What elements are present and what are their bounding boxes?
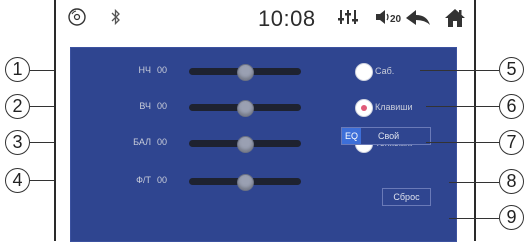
slider-row-bass: НЧ 00 [71, 61, 456, 81]
home-icon[interactable] [444, 8, 466, 28]
callout-5-leader [420, 70, 499, 71]
callout-3: 3 [5, 130, 30, 155]
back-arrow-icon[interactable] [405, 8, 431, 28]
radio-button[interactable] [355, 63, 373, 81]
equalizer-icon[interactable] [338, 8, 358, 26]
callout-7: 7 [499, 130, 524, 155]
callout-6-leader [426, 106, 499, 107]
option-label: Саб. [375, 66, 395, 76]
slider-value: 00 [157, 101, 168, 111]
head-unit-screen: 10:08 20 НЧ 00 ВЧ 00 БАЛ 00 Ф/Т 00 Саб. … [54, 0, 476, 242]
slider-value: 00 [157, 175, 168, 185]
callout-4: 4 [5, 168, 30, 193]
disc-icon[interactable] [68, 8, 86, 26]
slider-label: ВЧ [139, 101, 151, 111]
callout-9-leader [449, 218, 499, 219]
slider-label: БАЛ [133, 137, 151, 147]
callout-5: 5 [499, 57, 524, 82]
reset-button[interactable]: Сброс [382, 188, 431, 206]
option-label: Клавиши [375, 102, 413, 112]
slider-label: Ф/Т [136, 175, 151, 185]
slider-knob[interactable] [237, 64, 254, 81]
callout-6: 6 [499, 94, 524, 119]
volume-level: 20 [390, 14, 402, 25]
slider-knob[interactable] [237, 100, 254, 117]
eq-tag: EQ [342, 128, 361, 144]
slider-value: 00 [157, 137, 168, 147]
eq-preset-selector[interactable]: EQ Свой [341, 127, 431, 145]
treble-slider[interactable] [189, 100, 301, 117]
callout-1: 1 [5, 57, 30, 82]
selected-dot [361, 105, 367, 111]
bluetooth-icon[interactable] [109, 8, 123, 26]
fader-slider[interactable] [189, 174, 301, 191]
balance-slider[interactable] [189, 136, 301, 153]
eq-preset-label: Свой [378, 131, 400, 141]
slider-value: 00 [157, 65, 168, 75]
status-bar: 10:08 20 [56, 0, 474, 38]
slider-knob[interactable] [237, 174, 254, 191]
callout-7-leader [426, 142, 499, 143]
callout-8-leader [449, 182, 499, 183]
clock: 10:08 [258, 6, 316, 31]
bass-slider[interactable] [189, 64, 301, 81]
slider-knob[interactable] [237, 136, 254, 153]
radio-button[interactable] [355, 99, 373, 117]
slider-label: НЧ [138, 65, 152, 75]
callout-2: 2 [5, 94, 30, 119]
callout-8: 8 [499, 169, 524, 194]
callout-9: 9 [499, 205, 524, 230]
